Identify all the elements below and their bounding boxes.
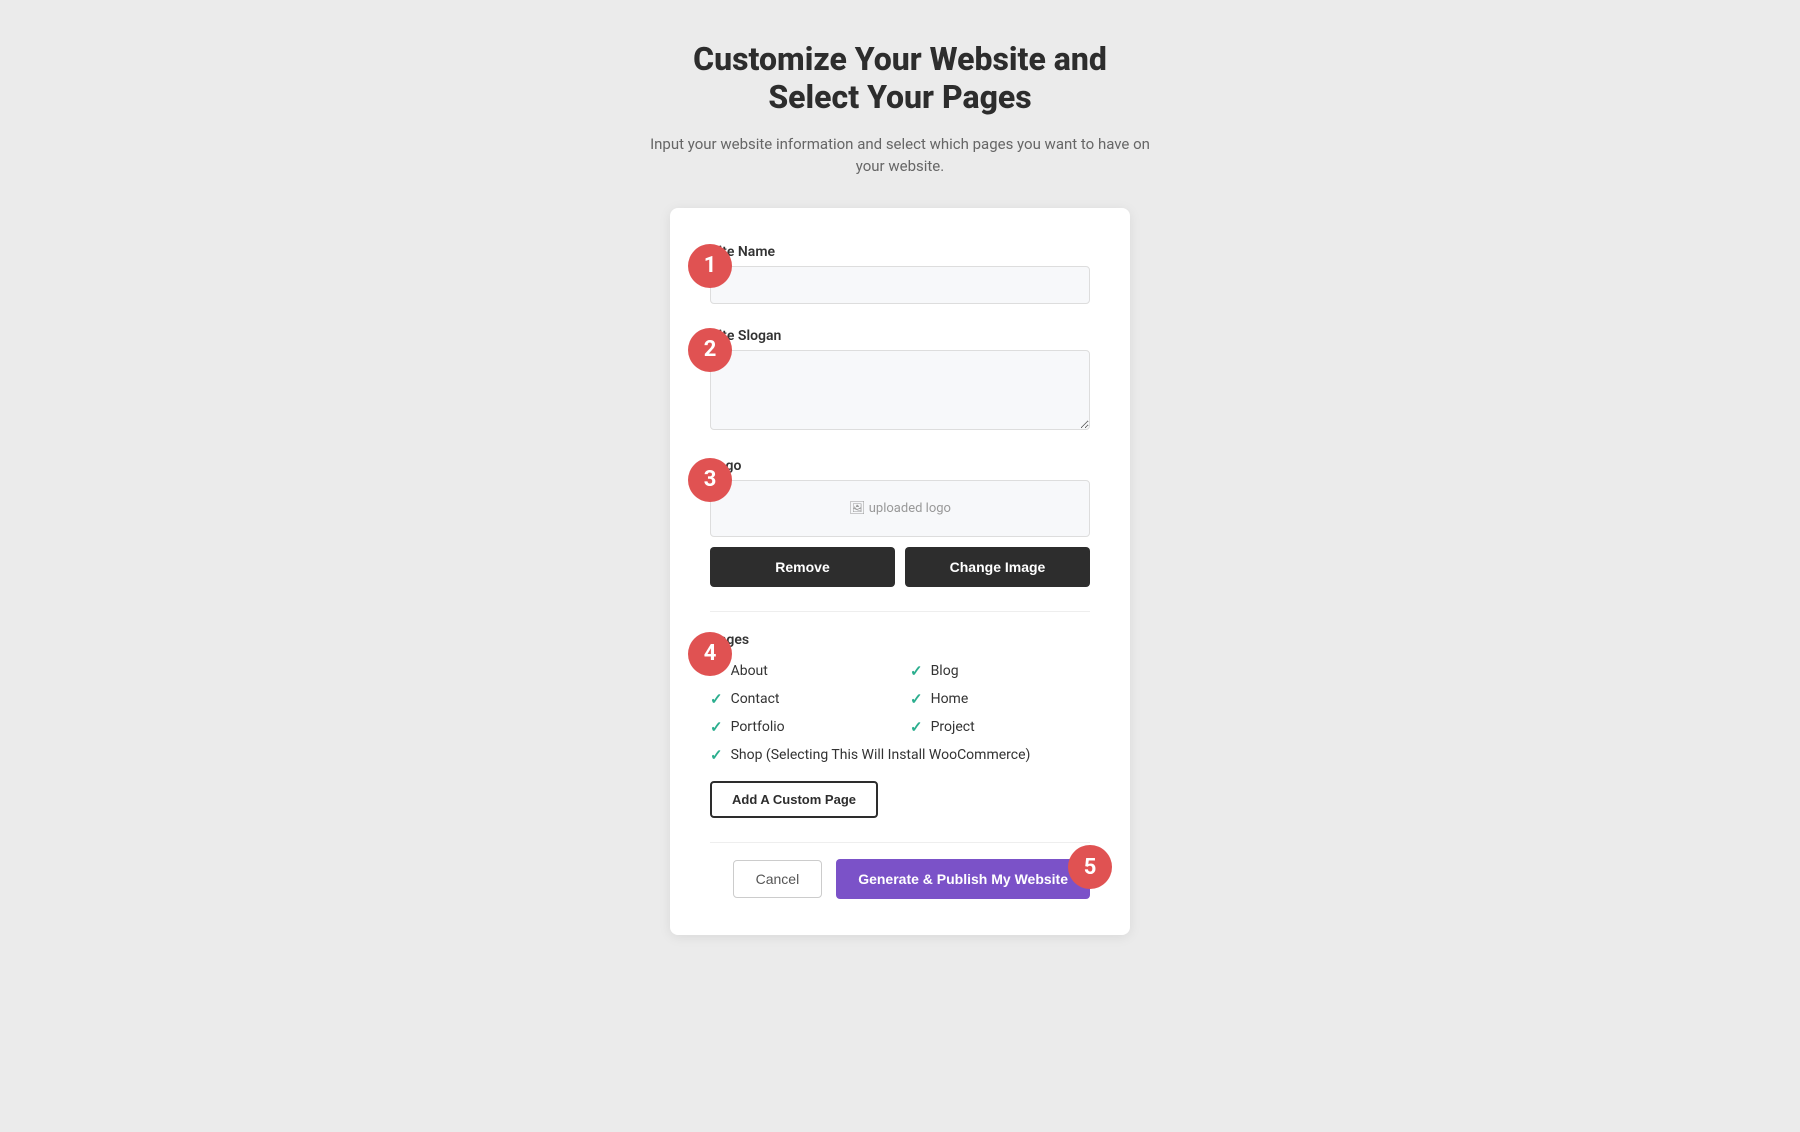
card-footer: Cancel Generate & Publish My Website 5 bbox=[710, 842, 1090, 899]
step-badge-1: 1 bbox=[688, 244, 732, 288]
page-item-portfolio: ✓ Portfolio bbox=[710, 718, 890, 736]
remove-button[interactable]: Remove bbox=[710, 547, 895, 587]
site-slogan-textarea[interactable] bbox=[710, 350, 1090, 430]
main-card: 1 Site Name 2 Site Slogan 3 Logo 🖼 uploa… bbox=[670, 208, 1130, 936]
check-icon-home: ✓ bbox=[910, 690, 923, 708]
check-icon-blog: ✓ bbox=[910, 662, 923, 680]
check-icon-contact: ✓ bbox=[710, 690, 723, 708]
site-name-label: Site Name bbox=[710, 244, 1090, 260]
page-item-project: ✓ Project bbox=[910, 718, 1090, 736]
page-item-contact: ✓ Contact bbox=[710, 690, 890, 708]
pages-section: 4 Pages ✓ About ✓ Blog ✓ Contact ✓ Home … bbox=[710, 632, 1090, 819]
page-label-portfolio: Portfolio bbox=[731, 719, 785, 735]
page-header: Customize Your Website and Select Your P… bbox=[650, 40, 1150, 178]
step-badge-3: 3 bbox=[688, 458, 732, 502]
page-label-contact: Contact bbox=[731, 691, 780, 707]
check-icon-project: ✓ bbox=[910, 718, 923, 736]
site-name-input[interactable] bbox=[710, 266, 1090, 304]
page-title: Customize Your Website and Select Your P… bbox=[650, 40, 1150, 117]
site-slogan-label: Site Slogan bbox=[710, 328, 1090, 344]
step-badge-4: 4 bbox=[688, 632, 732, 676]
page-label-home: Home bbox=[931, 691, 969, 707]
change-image-button[interactable]: Change Image bbox=[905, 547, 1090, 587]
check-icon-shop: ✓ bbox=[710, 746, 723, 764]
pages-label: Pages bbox=[710, 632, 1090, 648]
page-label-blog: Blog bbox=[931, 663, 959, 679]
step-badge-2: 2 bbox=[688, 328, 732, 372]
logo-group: 3 Logo 🖼 uploaded logo Remove Change Ima… bbox=[710, 458, 1090, 587]
page-item-blog: ✓ Blog bbox=[910, 662, 1090, 680]
page-label-about: About bbox=[731, 663, 768, 679]
logo-preview: 🖼 uploaded logo bbox=[710, 480, 1090, 537]
page-subtitle: Input your website information and selec… bbox=[650, 133, 1150, 178]
logo-label: Logo bbox=[710, 458, 1090, 474]
pages-grid: ✓ About ✓ Blog ✓ Contact ✓ Home ✓ Portfo… bbox=[710, 662, 1090, 736]
page-label-project: Project bbox=[931, 719, 975, 735]
page-label-shop: Shop (Selecting This Will Install WooCom… bbox=[731, 746, 1031, 766]
page-item-shop: ✓ Shop (Selecting This Will Install WooC… bbox=[710, 746, 1090, 766]
check-icon-portfolio: ✓ bbox=[710, 718, 723, 736]
step-badge-5: 5 bbox=[1068, 845, 1112, 889]
site-name-group: 1 Site Name bbox=[710, 244, 1090, 304]
page-item-home: ✓ Home bbox=[910, 690, 1090, 708]
publish-button[interactable]: Generate & Publish My Website bbox=[836, 859, 1090, 899]
site-slogan-group: 2 Site Slogan bbox=[710, 328, 1090, 434]
page-item-about: ✓ About bbox=[710, 662, 890, 680]
divider bbox=[710, 611, 1090, 612]
add-custom-page-button[interactable]: Add A Custom Page bbox=[710, 781, 878, 818]
logo-preview-text: 🖼 uploaded logo bbox=[849, 501, 951, 516]
cancel-button[interactable]: Cancel bbox=[733, 860, 823, 898]
logo-buttons: Remove Change Image bbox=[710, 547, 1090, 587]
